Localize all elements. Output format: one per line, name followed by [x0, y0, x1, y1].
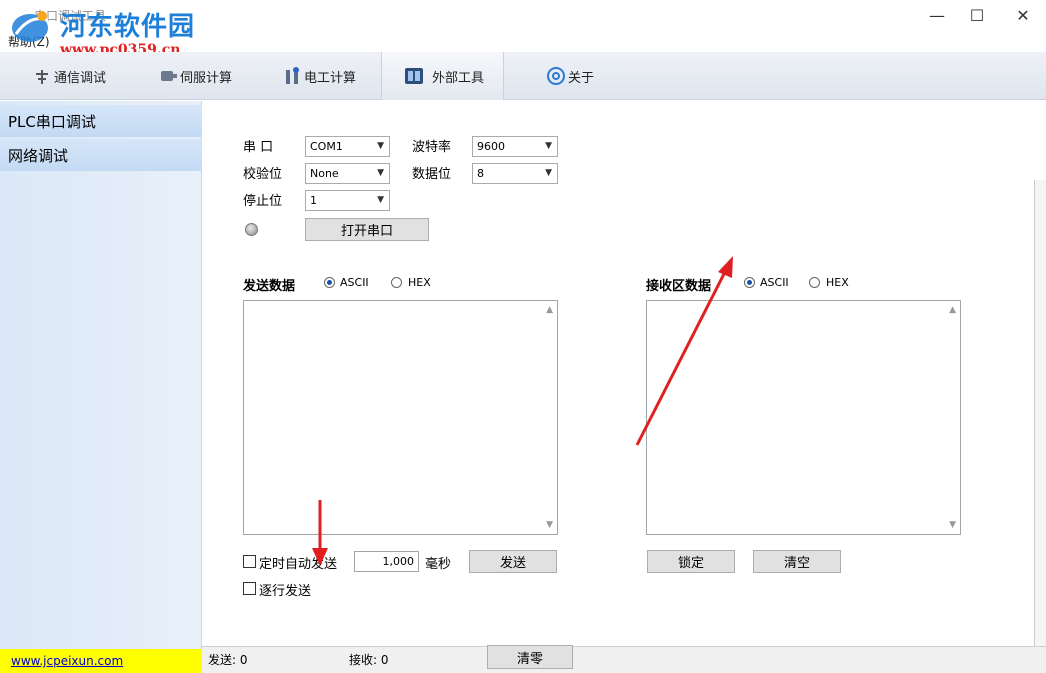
annotation-arrows	[312, 256, 733, 566]
arrow-to-receive-area	[635, 256, 733, 446]
arrow-to-auto-send	[312, 500, 328, 566]
